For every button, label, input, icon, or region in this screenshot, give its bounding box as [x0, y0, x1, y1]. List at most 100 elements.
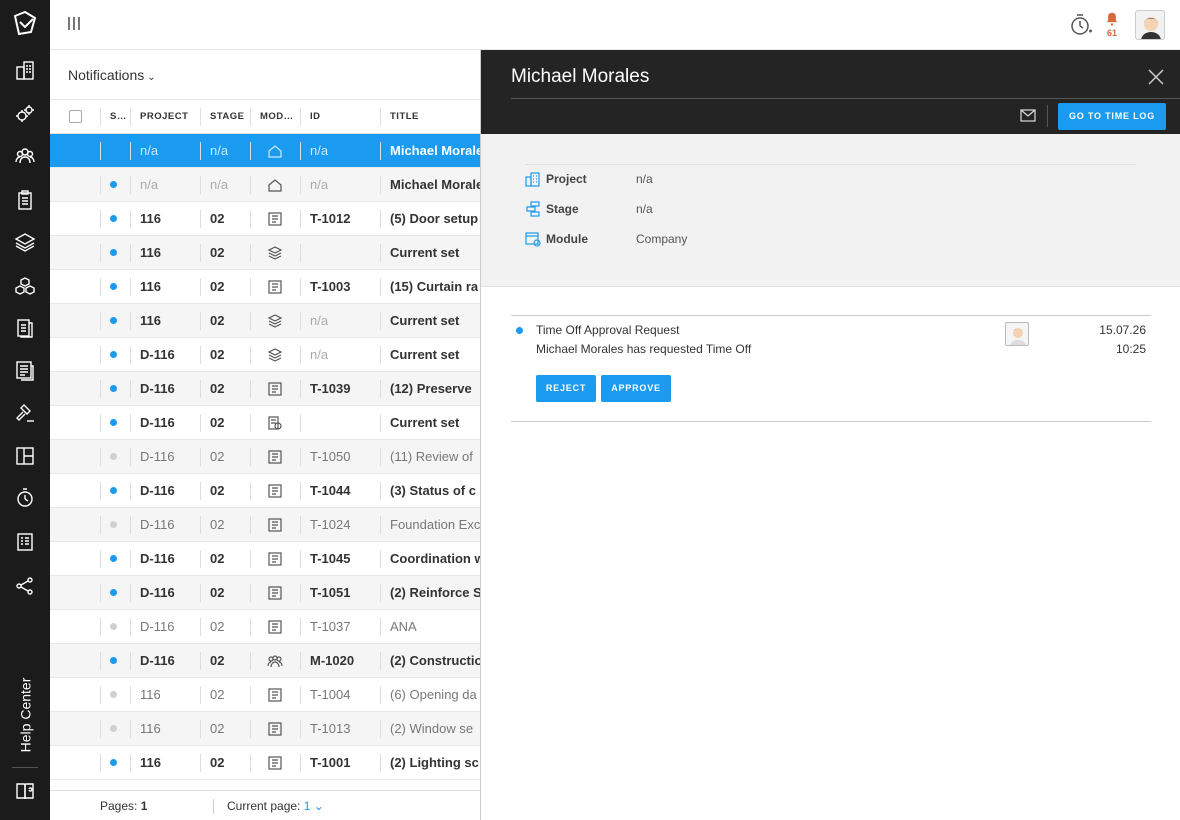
table-row[interactable]: 116 02 T-1012 (5) Door setup	[50, 202, 480, 236]
unread-dot	[110, 419, 117, 426]
table-row[interactable]: 116 02 Current set	[50, 236, 480, 270]
list-icon[interactable]	[12, 357, 38, 383]
close-icon[interactable]	[1147, 68, 1165, 86]
sender-avatar	[1005, 322, 1029, 346]
table-body: n/a n/a n/a Michael Morales n/a n/a n/a Michael…	[50, 134, 480, 780]
stage-cell: 02	[210, 245, 225, 260]
stage-cell: 02	[210, 347, 225, 362]
module-icon	[525, 231, 541, 247]
title-cell: (5) Door setup	[390, 211, 479, 226]
project-cell: D-116	[140, 483, 175, 498]
notifications-bell[interactable]: 61	[1103, 11, 1121, 39]
notifications-dropdown[interactable]: Notifications ⌄	[68, 67, 156, 83]
title-cell: (2) Window se	[390, 721, 474, 736]
table-row[interactable]: D-116 02 T-1044 (3) Status of c	[50, 474, 480, 508]
title-cell: Michael Morales	[390, 143, 480, 158]
layers-icon[interactable]	[12, 229, 38, 255]
notification-item: Time Off Approval Request Michael Morale…	[511, 315, 1151, 422]
table-row[interactable]: D-116 02 T-1037 ANA	[50, 610, 480, 644]
panel-header: Michael Morales	[481, 50, 1180, 98]
table-row[interactable]: n/a n/a n/a Michael Morales	[50, 168, 480, 202]
id-cell: T-1024	[310, 517, 351, 532]
menu-toggle-button[interactable]	[68, 17, 82, 31]
mail-icon[interactable]	[1020, 109, 1036, 122]
user-avatar[interactable]	[1135, 10, 1165, 40]
project-cell: 116	[140, 279, 161, 294]
stage-cell: 02	[210, 517, 225, 532]
app-logo[interactable]	[11, 10, 39, 38]
id-cell: T-1001	[310, 755, 351, 770]
table-row[interactable]: 116 02 T-1004 (6) Opening da	[50, 678, 480, 712]
go-to-time-log-button[interactable]: GO TO TIME LOG	[1058, 103, 1166, 130]
people-icon[interactable]	[12, 143, 38, 169]
table-row[interactable]: 116 02 T-1003 (15) Curtain ra	[50, 270, 480, 304]
col-status[interactable]: S…	[110, 100, 127, 134]
id-cell: M-1020	[310, 653, 355, 668]
report-icon[interactable]	[12, 529, 38, 555]
documents-icon[interactable]	[12, 315, 38, 341]
title-cell: (12) Preserve	[390, 381, 472, 396]
col-module[interactable]: MOD…	[260, 100, 294, 134]
panel-title: Michael Morales	[511, 66, 650, 87]
share-icon[interactable]	[12, 573, 38, 599]
stage-cell: 02	[210, 721, 225, 736]
stage-cell: 02	[210, 619, 225, 634]
title-cell: Current set	[390, 245, 460, 260]
layout-icon[interactable]	[12, 443, 38, 469]
stage-cell: 02	[210, 755, 225, 770]
select-all-checkbox[interactable]	[69, 110, 82, 123]
cubes-icon[interactable]	[12, 273, 38, 299]
table-row[interactable]: D-116 02 T-1024 Foundation Exca	[50, 508, 480, 542]
project-cell: 116	[140, 755, 161, 770]
help-book-icon[interactable]	[12, 778, 38, 804]
layers-module-icon	[267, 313, 283, 329]
col-title[interactable]: TITLE	[390, 100, 419, 134]
id-cell: T-1012	[310, 211, 351, 226]
stage-cell: 02	[210, 415, 225, 430]
buildings-icon[interactable]	[12, 57, 38, 83]
time-tracker-icon[interactable]	[1070, 13, 1092, 37]
stage-cell: 02	[210, 551, 225, 566]
col-project[interactable]: PROJECT	[140, 100, 188, 134]
stage-cell: 02	[210, 381, 225, 396]
table-row[interactable]: 116 02 T-1013 (2) Window se	[50, 712, 480, 746]
table-row[interactable]: D-116 02 M-1020 (2) Constructio	[50, 644, 480, 678]
notifications-table: S… PROJECT STAGE MOD… ID TITLE n/a n/a n/a…	[50, 100, 480, 780]
id-cell: T-1004	[310, 687, 351, 702]
table-row[interactable]: D-116 02 Current set	[50, 406, 480, 440]
table-row[interactable]: D-116 02 T-1045 Coordination wi	[50, 542, 480, 576]
timer-icon[interactable]	[12, 485, 38, 511]
unread-dot	[110, 759, 117, 766]
current-page-selector[interactable]: Current page: 1 ⌄	[227, 799, 324, 813]
col-id[interactable]: ID	[310, 100, 321, 134]
id-cell: T-1050	[310, 449, 351, 464]
project-cell: D-116	[140, 449, 175, 464]
reject-button[interactable]: REJECT	[536, 375, 596, 402]
table-row[interactable]: n/a n/a n/a Michael Morales	[50, 134, 480, 168]
stage-cell: 02	[210, 653, 225, 668]
task-module-icon	[267, 483, 283, 499]
cogs-icon[interactable]	[12, 101, 38, 127]
unread-dot	[516, 327, 523, 334]
table-header: S… PROJECT STAGE MOD… ID TITLE	[50, 100, 480, 134]
approve-button[interactable]: APPROVE	[601, 375, 671, 402]
id-cell	[310, 236, 380, 269]
col-stage[interactable]: STAGE	[210, 100, 245, 134]
table-row[interactable]: 116 02 n/a Current set	[50, 304, 480, 338]
title-cell: (3) Status of c	[390, 483, 476, 498]
id-cell: T-1039	[310, 381, 351, 396]
unread-dot	[110, 249, 117, 256]
table-row[interactable]: D-116 02 T-1051 (2) Reinforce S	[50, 576, 480, 610]
table-row[interactable]: D-116 02 T-1050 (11) Review of	[50, 440, 480, 474]
help-center-link[interactable]: Help Center	[0, 670, 50, 760]
id-cell	[310, 406, 380, 439]
clipboard-icon[interactable]	[12, 187, 38, 213]
table-row[interactable]: D-116 02 n/a Current set	[50, 338, 480, 372]
panel-toolbar: GO TO TIME LOG	[481, 98, 1180, 134]
task-module-icon	[267, 619, 283, 635]
gavel-icon[interactable]	[12, 399, 38, 425]
table-row[interactable]: D-116 02 T-1039 (12) Preserve	[50, 372, 480, 406]
stage-cell: n/a	[210, 177, 229, 192]
table-row[interactable]: 116 02 T-1001 (2) Lighting sc	[50, 746, 480, 780]
unread-dot	[110, 351, 117, 358]
